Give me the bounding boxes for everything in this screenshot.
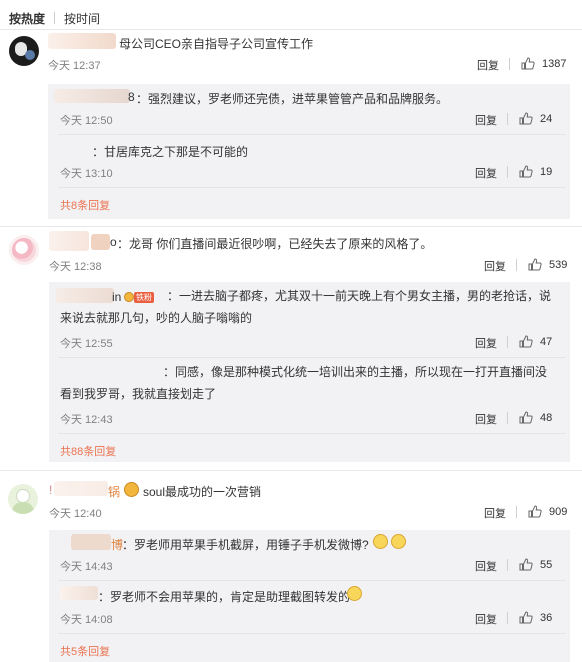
like-count: 909 — [549, 505, 568, 518]
reply-text: ：甘居库克之下那是不可能的 — [92, 145, 249, 159]
username-blurred[interactable] — [91, 234, 110, 250]
reply-time: 今天 12:43 — [60, 414, 113, 426]
thumbs-up-icon — [528, 505, 542, 518]
reply-text: ：罗老师用苹果手机截屏，用锤子手机发微博? — [122, 538, 369, 552]
action-divider — [507, 612, 508, 624]
comment-text: soul最成功的一次营销 — [143, 485, 262, 499]
more-replies-link[interactable]: 共88条回复 — [60, 443, 116, 459]
username-blurred[interactable] — [48, 33, 116, 49]
action-divider — [516, 259, 517, 271]
reply-button[interactable]: 回复 — [484, 505, 506, 521]
reply-divider — [58, 580, 566, 581]
username-tail[interactable]: o — [110, 235, 117, 249]
like-count: 47 — [540, 335, 553, 348]
reply-divider — [58, 357, 566, 358]
avatar[interactable] — [9, 36, 39, 66]
thumbs-up-icon — [519, 165, 533, 178]
reply-button[interactable]: 回复 — [475, 165, 497, 181]
like-button[interactable]: 36 — [519, 611, 552, 624]
comment-time: 今天 12:40 — [49, 508, 102, 520]
comment-text: ：龙哥 你们直播间最近很吵啊，已经失去了原来的风格了。 — [117, 237, 433, 251]
reply-text: ：一进去脑子都疼，尤其双十一前天晚上有个男女主播，男的老抢话，说来说去就那几句，… — [60, 289, 552, 325]
reply-time: 今天 14:43 — [60, 561, 113, 573]
username-blurred[interactable] — [54, 89, 130, 103]
thumbs-up-icon — [519, 558, 533, 571]
username-blurred[interactable] — [54, 481, 108, 496]
reply-button[interactable]: 回复 — [475, 335, 497, 351]
comment-text: 母公司CEO亲自指导子公司宣传工作 — [119, 37, 314, 51]
reply-text: ：罗老师不会用苹果的，肯定是助理截图转发的 — [98, 590, 351, 604]
like-count: 539 — [549, 258, 568, 271]
reply-divider — [58, 633, 566, 634]
username-blurred[interactable] — [71, 534, 111, 550]
comment-divider — [0, 226, 582, 227]
comment-divider — [0, 470, 582, 471]
username-blurred[interactable] — [60, 586, 98, 600]
action-divider — [507, 559, 508, 571]
like-count: 55 — [540, 558, 553, 571]
action-divider — [507, 412, 508, 424]
reply-button[interactable]: 回复 — [475, 611, 497, 627]
sort-divider — [54, 12, 56, 24]
username-head[interactable]: ! — [49, 483, 52, 497]
thumbs-up-icon — [519, 611, 533, 624]
sort-tabs: 按热度 按时间 — [9, 9, 100, 27]
like-button[interactable]: 55 — [519, 558, 552, 571]
like-button[interactable]: 909 — [528, 505, 567, 518]
reply-button[interactable]: 回复 — [475, 411, 497, 427]
reply-divider — [58, 187, 566, 188]
heart-badge-icon — [124, 482, 139, 497]
username-tail[interactable]: 锅 — [108, 483, 120, 500]
like-button[interactable]: 47 — [519, 335, 552, 348]
doge-emoji-icon — [373, 534, 388, 549]
action-divider — [507, 336, 508, 348]
like-button[interactable]: 19 — [519, 165, 552, 178]
like-button[interactable]: 48 — [519, 411, 552, 424]
action-divider — [516, 506, 517, 518]
more-replies-link[interactable]: 共5条回复 — [60, 643, 110, 659]
reply-button[interactable]: 回复 — [475, 112, 497, 128]
reply-divider — [58, 134, 566, 135]
like-button[interactable]: 24 — [519, 112, 552, 125]
like-count: 24 — [540, 112, 553, 125]
like-count: 48 — [540, 411, 553, 424]
thumbs-up-icon — [519, 411, 533, 424]
doge-emoji-icon — [347, 586, 362, 601]
avatar[interactable] — [8, 484, 38, 514]
reply-divider — [58, 433, 566, 434]
username-blurred[interactable] — [49, 231, 89, 251]
reply-time: 今天 13:10 — [60, 168, 113, 180]
reply-time: 今天 14:08 — [60, 614, 113, 626]
reply-time: 今天 12:55 — [60, 338, 113, 350]
reply-username-tail[interactable]: 8 — [128, 90, 135, 104]
doge-emoji-icon — [391, 534, 406, 549]
reply-text: ：强烈建议，罗老师还完债，进苹果管管产品和品牌服务。 — [136, 92, 449, 106]
thumbs-up-icon — [528, 258, 542, 271]
like-button[interactable]: 1387 — [521, 57, 566, 70]
like-button[interactable]: 539 — [528, 258, 567, 271]
like-count: 19 — [540, 165, 553, 178]
reply-button[interactable]: 回复 — [475, 558, 497, 574]
comment-time: 今天 12:37 — [48, 60, 101, 72]
thumbs-up-icon — [519, 112, 533, 125]
reply-time: 今天 12:50 — [60, 115, 113, 127]
sort-by-time-tab[interactable]: 按时间 — [64, 10, 100, 27]
action-divider — [509, 58, 510, 70]
thumbs-up-icon — [519, 335, 533, 348]
comment-time: 今天 12:38 — [49, 261, 102, 273]
reply-button[interactable]: 回复 — [484, 258, 506, 274]
reply-text: ：同感，像是那种模式化统一培训出来的主播，所以现在一打开直播间没看到我罗哥，我就… — [60, 365, 548, 401]
like-count: 36 — [540, 611, 553, 624]
action-divider — [507, 113, 508, 125]
action-divider — [507, 166, 508, 178]
comment-divider — [0, 29, 582, 30]
more-replies-link[interactable]: 共8条回复 — [60, 197, 110, 213]
like-count: 1387 — [542, 57, 567, 70]
sort-by-hot-tab[interactable]: 按热度 — [9, 10, 45, 27]
avatar[interactable] — [9, 235, 39, 265]
reply-button[interactable]: 回复 — [477, 57, 499, 73]
thumbs-up-icon — [521, 57, 535, 70]
